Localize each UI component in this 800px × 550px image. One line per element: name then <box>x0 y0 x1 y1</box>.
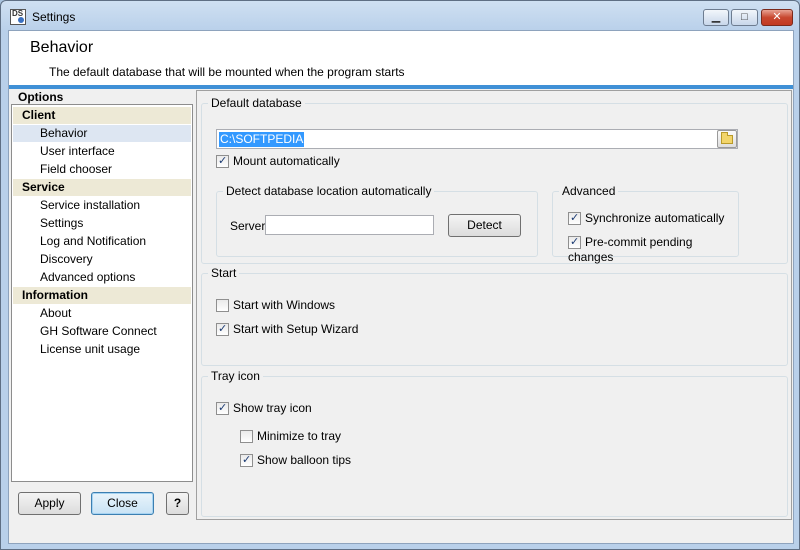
synchronize-label: Synchronize automatically <box>585 211 725 225</box>
start-group: Start Start with Windows Start with Setu… <box>201 266 788 366</box>
start-with-windows-checkbox[interactable]: Start with Windows <box>216 298 335 314</box>
show-tray-icon-checkbox[interactable]: Show tray icon <box>216 401 312 417</box>
sidebar-title: Options <box>18 90 64 104</box>
mount-automatically-check[interactable] <box>216 155 229 168</box>
precommit-check[interactable] <box>568 236 581 249</box>
show-tray-icon-check[interactable] <box>216 402 229 415</box>
default-database-label: Default database <box>208 96 305 110</box>
title-bar[interactable]: DS Settings ▁ □ ✕ <box>1 1 799 31</box>
category-client[interactable]: Client <box>13 107 191 124</box>
sidebar-item-field-chooser[interactable]: Field chooser <box>40 161 112 178</box>
app-icon: DS <box>10 9 26 25</box>
sidebar-item-settings[interactable]: Settings <box>40 215 83 232</box>
category-service[interactable]: Service <box>13 179 191 196</box>
default-database-group: Default database C:\SOFTPEDIA Mount auto… <box>201 96 788 264</box>
options-tree: Client Behavior User interface Field cho… <box>11 104 193 482</box>
sidebar-item-log-notification[interactable]: Log and Notification <box>40 233 146 250</box>
window-title: Settings <box>32 10 76 24</box>
precommit-label: Pre-commit pending changes <box>568 235 693 264</box>
help-button[interactable]: ? <box>166 492 189 515</box>
start-with-wizard-checkbox[interactable]: Start with Setup Wizard <box>216 322 358 338</box>
mount-automatically-checkbox[interactable]: Mount automatically <box>216 154 340 170</box>
category-information[interactable]: Information <box>13 287 191 304</box>
minimize-to-tray-check[interactable] <box>240 430 253 443</box>
header-panel: Behavior The default database that will … <box>9 31 793 85</box>
page-description: The default database that will be mounte… <box>49 65 405 79</box>
sidebar-item-user-interface[interactable]: User interface <box>40 143 115 160</box>
database-path-value: C:\SOFTPEDIA <box>219 132 305 147</box>
close-window-button[interactable]: ✕ <box>761 9 793 26</box>
close-button[interactable]: Close <box>91 492 154 515</box>
sidebar-item-license-unit-usage[interactable]: License unit usage <box>40 341 140 358</box>
synchronize-checkbox[interactable]: Synchronize automatically <box>568 211 724 227</box>
advanced-label: Advanced <box>559 184 619 198</box>
minimize-to-tray-label: Minimize to tray <box>257 429 342 443</box>
maximize-button[interactable]: □ <box>731 9 758 26</box>
folder-icon <box>721 132 733 144</box>
minimize-button[interactable]: ▁ <box>703 9 729 26</box>
show-tray-icon-label: Show tray icon <box>233 401 312 415</box>
server-input[interactable] <box>265 215 434 235</box>
sidebar-item-gh-software-connect[interactable]: GH Software Connect <box>40 323 157 340</box>
settings-panel: Default database C:\SOFTPEDIA Mount auto… <box>196 90 792 520</box>
start-with-windows-check[interactable] <box>216 299 229 312</box>
tray-icon-group: Tray icon Show tray icon Minimize to tra… <box>201 369 788 517</box>
sidebar-item-about[interactable]: About <box>40 305 71 322</box>
sidebar-item-behavior[interactable]: Behavior <box>13 125 191 142</box>
synchronize-check[interactable] <box>568 212 581 225</box>
start-label: Start <box>208 266 240 280</box>
minimize-to-tray-checkbox[interactable]: Minimize to tray <box>240 429 341 445</box>
balloon-tips-check[interactable] <box>240 454 253 467</box>
browse-folder-button[interactable] <box>717 130 737 148</box>
options-sidebar: Options Client Behavior User interface F… <box>11 90 193 516</box>
sidebar-item-discovery[interactable]: Discovery <box>40 251 93 268</box>
start-with-wizard-label: Start with Setup Wizard <box>233 322 359 336</box>
tray-icon-label: Tray icon <box>208 369 263 383</box>
apply-button[interactable]: Apply <box>18 492 81 515</box>
advanced-group: Advanced Synchronize automatically Pre-c… <box>552 184 739 264</box>
start-with-windows-label: Start with Windows <box>233 298 336 312</box>
mount-automatically-label: Mount automatically <box>233 154 340 168</box>
header-divider <box>9 85 793 89</box>
client-area: Behavior The default database that will … <box>8 30 794 544</box>
sidebar-item-service-installation[interactable]: Service installation <box>40 197 140 214</box>
page-title: Behavior <box>30 39 94 56</box>
start-with-wizard-check[interactable] <box>216 323 229 336</box>
server-label: Server <box>230 219 266 233</box>
detect-button[interactable]: Detect <box>448 214 521 237</box>
detect-location-group: Detect database location automatically S… <box>216 184 538 257</box>
detect-location-label: Detect database location automatically <box>223 184 435 198</box>
precommit-checkbox[interactable]: Pre-commit pending changes <box>568 235 738 264</box>
sidebar-item-advanced-options[interactable]: Advanced options <box>40 269 135 286</box>
settings-window: DS Settings ▁ □ ✕ Behavior The default d… <box>0 0 800 550</box>
balloon-tips-checkbox[interactable]: Show balloon tips <box>240 453 351 469</box>
balloon-tips-label: Show balloon tips <box>257 453 352 467</box>
database-path-input[interactable]: C:\SOFTPEDIA <box>216 129 738 149</box>
